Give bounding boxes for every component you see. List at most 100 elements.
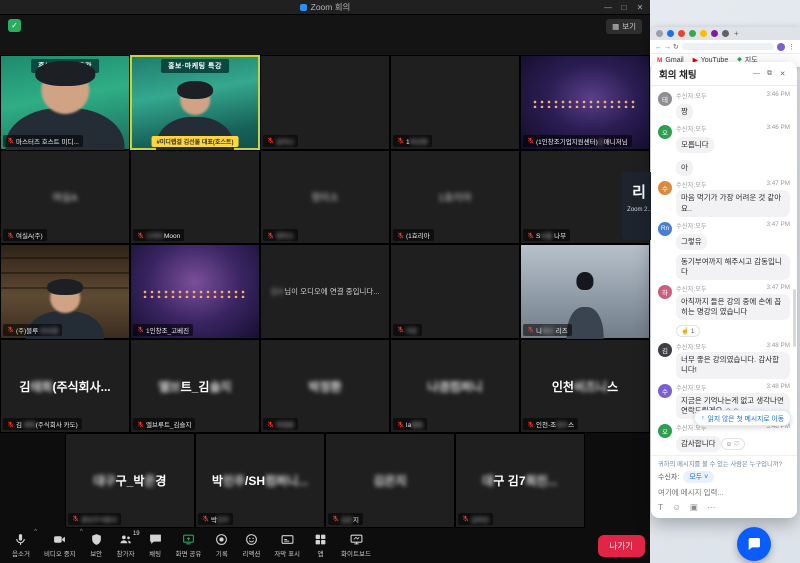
- jump-to-unread-tooltip[interactable]: ↑ 읽지 않은 첫 메시지로 이동: [694, 410, 791, 426]
- toolbar-security-button[interactable]: 보안: [83, 528, 110, 563]
- mic-off-icon: [137, 232, 144, 239]
- participant-tile[interactable]: 대구 구_박 은 경 큐브주식회사: [65, 433, 195, 528]
- participant-tile[interactable]: 니체로 리즈: [520, 244, 650, 339]
- record-icon: [215, 533, 228, 546]
- browser-navbar: ← → ↻ ⋮: [650, 40, 800, 53]
- toolbar-mute-button[interactable]: ^ 음소거: [5, 528, 37, 563]
- message-reaction[interactable]: ☝ 1: [676, 325, 700, 338]
- toolbar-chat-button[interactable]: 채팅: [142, 528, 169, 563]
- minimize-button[interactable]: —: [600, 3, 616, 12]
- participant-tile[interactable]: 김수 님이 오디오에 연결 중입니다...: [260, 244, 390, 339]
- participant-tile[interactable]: 1효리아 (1효리아: [390, 149, 520, 245]
- participant-tile[interactable]: 김 태희 (주식회사... 김 태희(주식회사 카도): [0, 338, 130, 434]
- participant-name-label: (1효리아: [393, 229, 434, 242]
- chat-message: 테 수신자:모두 3:46 PM 짱: [658, 91, 790, 121]
- toolbar-whiteboard-button[interactable]: 화이트보드: [334, 528, 378, 563]
- toolbar-label: 기록: [215, 551, 228, 558]
- close-button[interactable]: ✕: [776, 70, 789, 78]
- person-silhouette: [566, 271, 604, 339]
- zoom-meeting-window: Zoom 회의 —□✕ ✓ ▦ 보기 홍보·마케팅 특강마스터즈 호스트 미디.…: [0, 0, 650, 563]
- participant-tile[interactable]: (주)블루-이사장: [0, 244, 130, 339]
- participant-tile[interactable]: 엘브 트_김 슬지 엘브루트_김슬지: [130, 338, 260, 434]
- participant-tile[interactable]: 여실A 여실A(주): [0, 149, 130, 245]
- participant-tile[interactable]: 김이나: [260, 55, 390, 150]
- minimize-button[interactable]: —: [750, 70, 763, 78]
- popout-button[interactable]: ⧉: [763, 70, 776, 78]
- participant-tile[interactable]: 인천 비즈니 스 인천-조경수스: [520, 338, 650, 434]
- browser-menu-icon[interactable]: ⋮: [788, 43, 795, 51]
- participant-tile[interactable]: 대구 김7 희진... 김희진: [455, 433, 585, 528]
- chat-message-list[interactable]: 테 수신자:모두 3:46 PM 짱 오 수신자:모두 3:46 PM 모릅니다 아 수 수신자:모…: [651, 86, 797, 455]
- participant-tile[interactable]: 나겸컴퍼니 la엠컴: [390, 338, 520, 434]
- close-button[interactable]: ✕: [632, 3, 648, 12]
- zoom-app-icon: [299, 3, 307, 11]
- browser-tab[interactable]: [678, 30, 685, 37]
- browser-nav-buttons[interactable]: ← → ↻: [655, 43, 679, 51]
- timestamp: 3:47 PM: [766, 180, 790, 188]
- avatar: 오: [658, 125, 672, 140]
- participant-tile[interactable]: 스마트Moon: [130, 149, 260, 245]
- new-tab-button[interactable]: +: [734, 29, 739, 38]
- toolbar-apps-button[interactable]: 앱: [307, 528, 334, 563]
- participant-tile[interactable]: 김은지 김은지: [325, 433, 455, 528]
- message-body: 아: [676, 157, 790, 177]
- participant-name: (1효리아: [406, 233, 430, 241]
- participant-tile[interactable]: 홍보·마케팅 특강마스터즈 호스트 미디...: [0, 55, 130, 150]
- message-reaction[interactable]: ☺ ♡: [720, 437, 745, 450]
- toolbar-record-button[interactable]: 기록: [208, 528, 235, 563]
- more-icon[interactable]: ⋯: [707, 502, 716, 513]
- mic-off-icon: [397, 137, 404, 144]
- video-row: 대구 구_박 은 경 큐브주식회사 박 민주/SH 컴퍼니... 박민주 김은지 김은지 대 구 김7 희…: [0, 433, 650, 528]
- participant-name: 여실A(주): [16, 233, 43, 241]
- toolbar-stop-video-button[interactable]: ^ 비디오 중지: [37, 528, 83, 563]
- toolbar-participants-button[interactable]: 19 참가자: [110, 528, 142, 563]
- recipient-info: 수신자:모두: [676, 126, 707, 134]
- recipient-row: 수신자: 모두 ˅: [658, 471, 790, 483]
- zoom-team-chat-fab[interactable]: [737, 527, 771, 561]
- message-input[interactable]: [658, 486, 790, 499]
- toolbar-captions-button[interactable]: 자막 표시: [267, 528, 307, 563]
- jump-to-unread-label: 읽지 않은 첫 메시지로 이동: [707, 416, 784, 423]
- participant-tile[interactable]: 박정환 박정환: [260, 338, 390, 434]
- profile-avatar[interactable]: [777, 42, 785, 51]
- browser-tab[interactable]: [711, 30, 718, 37]
- screenshot-icon[interactable]: ▣: [690, 502, 698, 513]
- participant-name-label: 마스터즈 호스트 미디...: [3, 134, 83, 147]
- format-icon[interactable]: T: [658, 502, 663, 513]
- mic-off-icon: [137, 326, 144, 333]
- browser-window: + ← → ↻ ⋮ M Gmail ▶ YouTube ⬥ 지도: [650, 27, 800, 67]
- participant-tile[interactable]: 1박선영: [390, 55, 520, 150]
- toolbar-share-screen-button[interactable]: 화면 공유: [169, 528, 209, 563]
- toolbar-reactions-button[interactable]: 리액션: [235, 528, 267, 563]
- browser-tab[interactable]: [667, 30, 674, 37]
- participant-name-label: 인천-조경수스: [523, 418, 579, 431]
- participant-tile[interactable]: (1인창조기업지원센터)김매니저님: [520, 55, 650, 150]
- participant-name: la엠컴: [406, 422, 424, 430]
- privacy-note-link[interactable]: 귀하의 메시지를 볼 수 있는 사람은 누구입니까?: [658, 459, 790, 468]
- participant-tile[interactable]: 정미소 정미소: [260, 149, 390, 245]
- message-body: 수신자:모두 3:46 PM 모릅니다: [676, 124, 790, 154]
- browser-tab[interactable]: [722, 30, 729, 37]
- security-shield-icon[interactable]: ✓: [8, 19, 21, 32]
- participant-name: 엘브루트_김슬지: [146, 422, 192, 430]
- message-bubble: 그렇유: [676, 233, 707, 250]
- participant-tile[interactable]: 1인창조_고베진: [130, 244, 260, 339]
- maximize-button[interactable]: □: [616, 3, 632, 12]
- participant-tile[interactable]: 박 민주/SH 컴퍼니... 박민주: [195, 433, 325, 528]
- participant-tile[interactable]: 이든: [390, 244, 520, 339]
- browser-tab[interactable]: [656, 30, 663, 37]
- leave-button[interactable]: 나가기: [597, 534, 645, 557]
- chat-bubble-icon: [748, 538, 760, 550]
- view-button[interactable]: ▦ 보기: [606, 19, 642, 34]
- emoji-icon[interactable]: ☺: [672, 502, 681, 513]
- participant-name-label: 정미소: [263, 229, 298, 242]
- participant-tile[interactable]: 홍보·마케팅 특강 #미디랩걸 김선물 대표(호스트): [130, 55, 260, 150]
- timestamp: 3:46 PM: [766, 124, 790, 132]
- address-bar[interactable]: [681, 43, 774, 50]
- browser-tab[interactable]: [700, 30, 707, 37]
- browser-tab[interactable]: [689, 30, 696, 37]
- recipient-selector[interactable]: 모두 ˅: [683, 471, 715, 483]
- participant-name: 박민주: [211, 516, 229, 524]
- audio-connecting-text: 김수 님이 오디오에 연결 중입니다...: [270, 286, 380, 296]
- participant-name-label: 스마트Moon: [133, 229, 185, 242]
